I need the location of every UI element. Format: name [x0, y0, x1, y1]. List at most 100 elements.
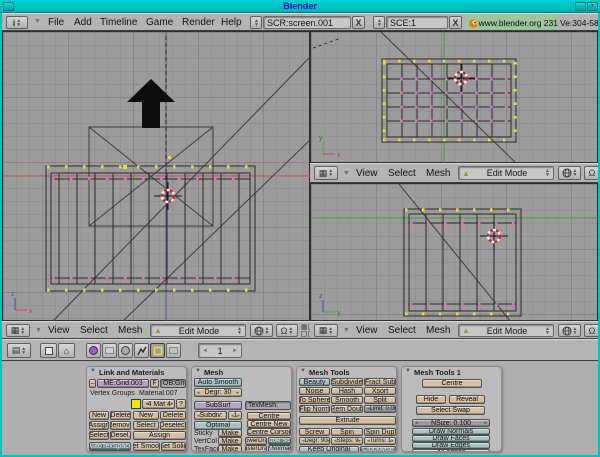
subdiv-stepper[interactable]: Subdiv: 1: [194, 411, 227, 420]
autotexspace-toggle[interactable]: AutoTexSpace: [89, 442, 131, 451]
select-swap-button[interactable]: Select Swap: [416, 406, 485, 415]
menu-game[interactable]: Game: [146, 14, 173, 31]
frame-next-icon[interactable]: ►: [232, 348, 238, 354]
fract-sub-button[interactable]: Fract Sub: [364, 378, 396, 386]
scene-name-field[interactable]: SCE:1: [386, 16, 448, 29]
centre-button[interactable]: Centre: [247, 412, 291, 420]
beauty-toggle[interactable]: Beauty: [299, 378, 330, 386]
double-sided-toggle[interactable]: Double Sided: [268, 437, 291, 445]
viewport-top[interactable]: y x: [310, 31, 598, 163]
all-edges-toggle[interactable]: All edges: [412, 449, 490, 452]
vertcol-make-button[interactable]: Make: [218, 437, 242, 445]
split-button[interactable]: Split: [364, 396, 396, 404]
xsort-button[interactable]: Xsort: [364, 387, 396, 395]
vgroup-delete-button[interactable]: Delete: [110, 411, 131, 420]
spin-button[interactable]: Spin: [331, 428, 363, 436]
viewport-side[interactable]: z y: [310, 183, 598, 321]
me-browse-button[interactable]: ‒: [89, 379, 96, 388]
mode-dropdown[interactable]: ▲ Edit Mode ▲▼: [458, 324, 554, 337]
material-help-button[interactable]: ?: [176, 399, 186, 409]
mesh-name-field[interactable]: ME:Grid.003: [97, 379, 149, 388]
clockwise-toggle[interactable]: Clockwise: [360, 446, 396, 452]
viewport-front[interactable]: z x: [2, 31, 310, 321]
steps-stepper[interactable]: Steps: 9: [331, 437, 363, 445]
menu-file[interactable]: File: [48, 14, 64, 31]
centre-button[interactable]: Centre: [422, 379, 482, 388]
extrude-button[interactable]: Extrude: [299, 416, 396, 425]
to-sphere-button[interactable]: To Sphere: [299, 396, 330, 404]
noise-button[interactable]: Noise: [299, 387, 330, 395]
window-type-button[interactable]: ▤ ▲▼: [7, 343, 31, 358]
header-collapse-icon[interactable]: ▼: [35, 327, 42, 334]
limit-stepper[interactable]: Limit: 0.001: [364, 405, 396, 413]
fake-user-button[interactable]: F: [150, 379, 159, 388]
screen-browse-button[interactable]: ▲▼: [250, 16, 262, 29]
viewport-type-button[interactable]: ▦ ▲▼: [314, 324, 338, 337]
turns-stepper[interactable]: Turns: 1: [364, 437, 396, 445]
material-context-button[interactable]: [118, 343, 133, 358]
vgroup-assign-button[interactable]: Assign: [89, 421, 109, 430]
material-select-button[interactable]: Select: [133, 421, 159, 430]
panel-collapse-icon[interactable]: ▼: [90, 368, 96, 374]
window-menu-button[interactable]: [3, 2, 14, 11]
mode-dropdown[interactable]: ▲ Edit Mode ▲▼: [150, 324, 246, 337]
shading-context-button[interactable]: [86, 343, 101, 358]
spin-dup-button[interactable]: Spin Dup: [364, 428, 396, 436]
reveal-button[interactable]: Reveal: [449, 395, 485, 404]
no-vnormal-flip-toggle[interactable]: No V.Normal Flip: [268, 445, 291, 452]
viewport-type-button[interactable]: ▦ ▲▼: [6, 324, 30, 337]
auto-smooth-toggle[interactable]: Auto Smooth: [194, 378, 242, 387]
panel-collapse-icon[interactable]: ▼: [195, 368, 201, 374]
window-maximize-button[interactable]: [575, 2, 586, 11]
draw-mode-button[interactable]: ▲▼: [558, 324, 581, 337]
remove-doubles-button[interactable]: Rem Doub: [331, 405, 363, 413]
draw-mode-button[interactable]: ▲▼: [250, 324, 273, 337]
menu-add[interactable]: Add: [74, 14, 92, 31]
screen-name-field[interactable]: SCR:screen.001: [263, 16, 351, 29]
header-collapse-icon[interactable]: ▼: [343, 170, 350, 177]
material-delete-button[interactable]: Delete: [160, 411, 186, 420]
menu-mesh[interactable]: Mesh: [426, 322, 450, 339]
material-index-stepper[interactable]: 4 Mat 4: [142, 399, 175, 409]
material-assign-button[interactable]: Assign: [133, 431, 186, 440]
subdivide-button[interactable]: Subdivide: [331, 378, 363, 386]
degr90-stepper[interactable]: Degr: 90: [299, 437, 330, 445]
draw-normals-toggle[interactable]: Draw Normals: [412, 428, 490, 435]
pivot-button[interactable]: Ω ▲▼: [276, 324, 298, 337]
menu-mesh[interactable]: Mesh: [426, 165, 450, 182]
menu-mesh[interactable]: Mesh: [118, 322, 142, 339]
vgroup-new-button[interactable]: New: [89, 411, 109, 420]
screw-button[interactable]: Screw: [299, 428, 330, 436]
vgroup-deselect-button[interactable]: Desel.: [110, 431, 131, 440]
centre-cursor-button[interactable]: Centre Cursor: [247, 428, 291, 436]
scene-context-button[interactable]: [102, 343, 117, 358]
draw-faces-toggle[interactable]: Draw Faces: [412, 435, 490, 442]
panel-alignment-button[interactable]: [40, 343, 57, 358]
window-shade-button[interactable]: ▾: [587, 2, 598, 11]
nsize-stepper[interactable]: NSize: 0.100: [412, 419, 490, 427]
arrow-object[interactable]: [127, 79, 175, 128]
scene-browse-button[interactable]: ▲▼: [373, 16, 385, 29]
layer-buttons[interactable]: [301, 324, 310, 337]
material-color-swatch[interactable]: [131, 399, 141, 409]
smooth-button[interactable]: Smooth: [331, 396, 363, 404]
panel-collapse-icon[interactable]: ▼: [405, 368, 411, 374]
draw-edges-toggle[interactable]: Draw Edges: [412, 442, 490, 449]
faster-draw-button[interactable]: FasterDraw: [245, 445, 267, 452]
header-collapse-icon[interactable]: ▼: [34, 18, 41, 25]
frame-prev-icon[interactable]: ◄: [202, 348, 208, 354]
window-type-button[interactable]: i ▲▼: [6, 16, 28, 29]
keep-original-toggle[interactable]: Keep Original: [299, 446, 359, 452]
centre-new-button[interactable]: Centre New: [247, 420, 291, 428]
menu-help[interactable]: Help: [221, 14, 242, 31]
header-collapse-icon[interactable]: ▼: [343, 327, 350, 334]
sticky-make-button[interactable]: Make: [218, 429, 242, 437]
script-context-button[interactable]: [166, 343, 181, 358]
panel-collapse-icon[interactable]: ▼: [300, 368, 306, 374]
viewport-type-button[interactable]: ▦ ▲▼: [314, 166, 338, 180]
screen-delete-button[interactable]: X: [352, 16, 365, 29]
texface-make-button[interactable]: Make: [218, 445, 242, 452]
titlebar[interactable]: Blender ▾: [0, 0, 600, 13]
flip-normals-button[interactable]: Flip Norm: [299, 405, 330, 413]
menu-view[interactable]: View: [356, 165, 378, 182]
